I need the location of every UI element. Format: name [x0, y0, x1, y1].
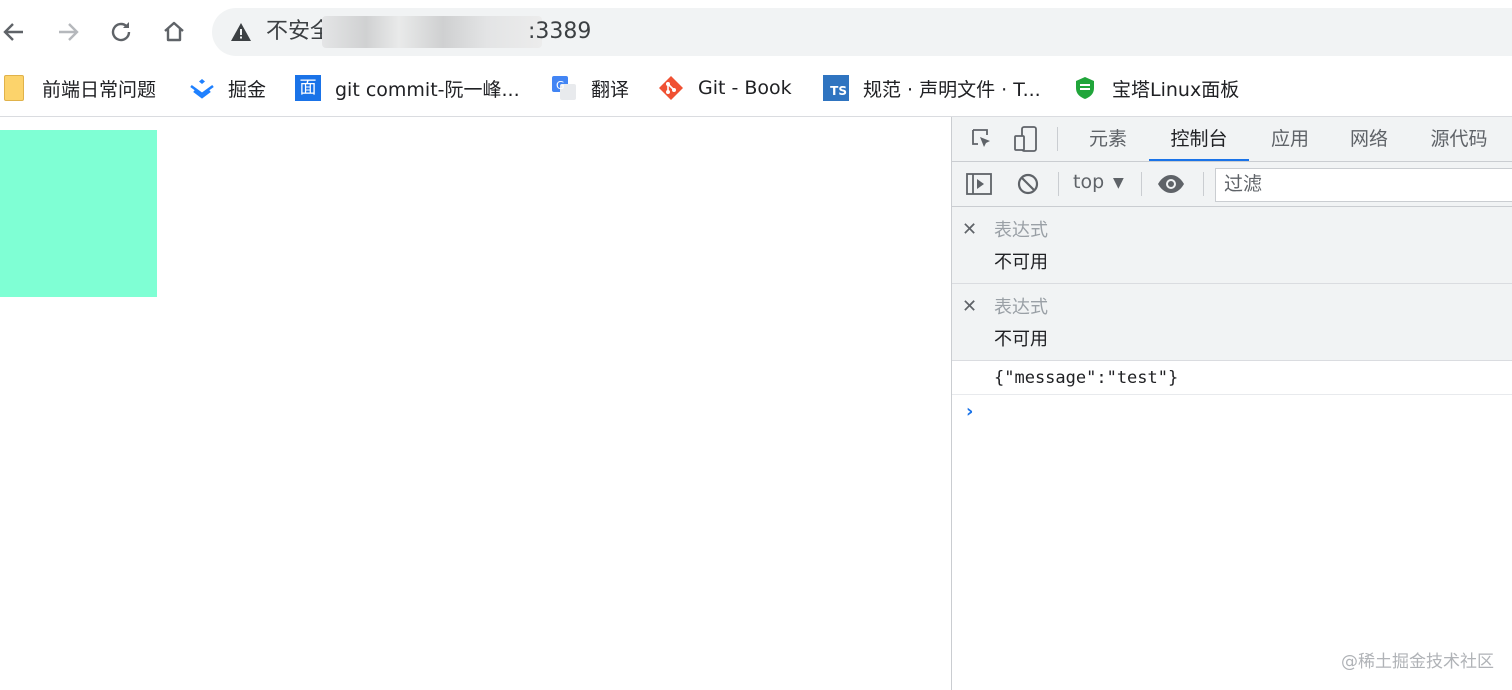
bookmark-git-commit[interactable]: 面 git commit-阮一峰...: [295, 72, 520, 104]
home-icon: [164, 21, 184, 42]
inspect-element-button[interactable]: [968, 125, 996, 153]
devtools-tab-bar: 元素 控制台 应用 网络 源代码: [952, 117, 1512, 162]
inspect-icon: [972, 129, 990, 147]
forward-button[interactable]: [50, 14, 86, 50]
divider: [1057, 127, 1058, 151]
bookmark-label: 翻译: [591, 78, 630, 101]
bookmark-juejin[interactable]: 掘金: [188, 72, 266, 104]
bookmark-translate[interactable]: G 翻译: [551, 72, 629, 104]
expression-label[interactable]: 表达式: [994, 216, 1048, 242]
tab-application[interactable]: 应用: [1254, 117, 1326, 161]
divider: [1058, 172, 1059, 196]
warning-icon: [231, 23, 251, 41]
bookmarks-bar: 前端日常问题 掘金 面 git commit-阮一峰... G 翻译 Git -…: [0, 64, 1512, 117]
filter-input[interactable]: [1216, 169, 1504, 199]
translate-icon: G: [551, 75, 577, 101]
bookmark-label: 宝塔Linux面板: [1112, 78, 1240, 101]
context-selector[interactable]: top: [1073, 171, 1104, 193]
home-button[interactable]: [156, 14, 192, 50]
blurred-host: [322, 16, 542, 48]
folder-icon: [4, 75, 24, 101]
bookmark-label: 前端日常问题: [42, 78, 157, 101]
bookmark-label: 规范 · 声明文件 · T...: [863, 78, 1041, 101]
bookmark-frontend-issues[interactable]: 前端日常问题: [4, 72, 156, 104]
browser-toolbar: 不安全 :3389: [0, 0, 1512, 64]
device-toolbar-button[interactable]: [1012, 125, 1040, 153]
git-icon: [658, 75, 684, 101]
console-message: {"message":"test"}: [952, 362, 1512, 395]
chevron-down-icon: ▼: [1113, 175, 1124, 191]
expression-value: 不可用: [994, 329, 1048, 350]
tab-network[interactable]: 网络: [1333, 117, 1405, 161]
live-expression: ✕ 表达式 不可用: [952, 207, 1512, 284]
divider: [1203, 172, 1204, 196]
live-expression-button[interactable]: [1157, 170, 1185, 198]
arrow-left-icon: [3, 23, 23, 41]
sidebar-toggle-icon: [966, 173, 992, 195]
console-message-text: {"message":"test"}: [994, 368, 1179, 388]
back-button[interactable]: [0, 14, 32, 50]
bookmark-label: git commit-阮一峰...: [335, 78, 520, 101]
ts-icon: TS: [823, 75, 849, 101]
reload-icon: [111, 22, 131, 42]
filter-field[interactable]: [1215, 168, 1512, 202]
page-viewport: [0, 117, 951, 690]
devtools-panel: 元素 控制台 应用 网络 源代码 top ▼ ✕ 表达式 不可用 ✕ 表达式 不…: [951, 117, 1512, 690]
eye-icon: [1158, 175, 1184, 193]
console-toolbar: top ▼: [952, 162, 1512, 207]
close-icon[interactable]: ✕: [962, 219, 977, 240]
mian-icon: 面: [295, 75, 321, 101]
arrow-right-icon: [59, 23, 79, 41]
clear-console-button[interactable]: [1014, 170, 1042, 198]
address-bar[interactable]: 不安全 :3389: [212, 8, 1512, 56]
expression-value: 不可用: [994, 252, 1048, 273]
tab-sources[interactable]: 源代码: [1417, 117, 1501, 161]
tab-elements[interactable]: 元素: [1072, 117, 1144, 161]
tab-console[interactable]: 控制台: [1149, 117, 1249, 161]
device-icon: [1014, 126, 1037, 152]
aquamarine-box: [0, 130, 157, 297]
console-prompt-icon[interactable]: ›: [966, 401, 973, 422]
juejin-icon: [188, 77, 216, 99]
url-port: :3389: [528, 19, 592, 44]
sidebar-toggle-button[interactable]: [965, 170, 993, 198]
expression-label[interactable]: 表达式: [994, 293, 1048, 319]
bookmark-label: 掘金: [228, 78, 267, 101]
watermark: @稀土掘金技术社区: [1341, 652, 1494, 672]
bookmark-typescript[interactable]: TS 规范 · 声明文件 · T...: [823, 72, 1041, 104]
bookmark-git-book[interactable]: Git - Book: [658, 72, 792, 104]
svg-text:G: G: [556, 79, 565, 92]
live-expression: ✕ 表达式 不可用: [952, 284, 1512, 361]
bt-icon: [1072, 75, 1098, 101]
divider: [1141, 172, 1142, 196]
reload-button[interactable]: [103, 14, 139, 50]
block-icon: [1017, 173, 1039, 195]
close-icon[interactable]: ✕: [962, 296, 977, 317]
bookmark-label: Git - Book: [698, 77, 792, 99]
bookmark-bt-panel[interactable]: 宝塔Linux面板: [1072, 72, 1239, 104]
